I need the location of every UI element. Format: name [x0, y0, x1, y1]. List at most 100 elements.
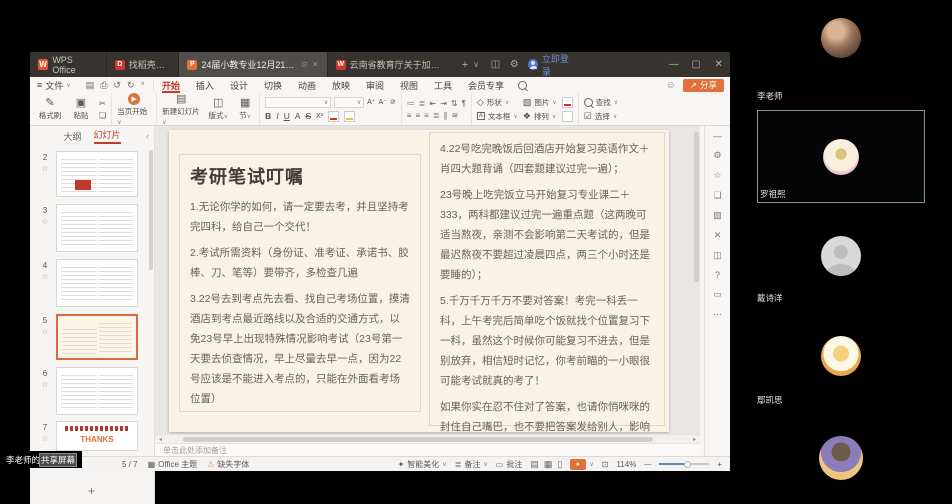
login-button[interactable]: 立即登录 — [528, 52, 576, 78]
ribbon-tab-transition[interactable]: 切换 — [256, 77, 290, 93]
vertical-scrollbar[interactable] — [694, 132, 699, 282]
text-direction-icon[interactable]: ≋ — [452, 111, 459, 120]
new-tab-button[interactable]: + ∨ — [455, 52, 486, 77]
slide-right-textbox[interactable]: 4.22号吃完晚饭后回酒店开始复习英语作文＋肖四大题背诵（四套题建议过完一遍）；… — [429, 132, 665, 426]
bold-button[interactable]: B — [265, 111, 271, 121]
rail-reading-icon[interactable]: ◫ — [713, 250, 722, 261]
textbox-button[interactable]: A 文本框∨ — [477, 111, 518, 122]
participant-tile[interactable] — [755, 412, 927, 491]
ribbon-tab-tools[interactable]: 工具 — [426, 77, 460, 93]
slide-left-textbox[interactable]: 考研笔试叮嘱 1.无论你学的如何，请一定要去考，并且坚持考完四科，给自己一个交代… — [179, 154, 421, 412]
outdent-icon[interactable]: ⇤ — [430, 99, 437, 108]
new-slide-button[interactable]: ▤ 新建幻灯片∨ — [162, 93, 200, 126]
star-icon[interactable]: ☆ — [41, 380, 48, 389]
zoom-slider[interactable] — [659, 463, 709, 465]
missing-font-warning[interactable]: ⚠ 缺失字体 — [207, 459, 249, 470]
font-increase-icon[interactable]: A⁺ — [367, 98, 375, 106]
star-icon[interactable]: ☆ — [41, 434, 48, 443]
scroll-right-icon[interactable]: ▸ — [693, 436, 696, 443]
feedback-smiley-icon[interactable]: ☺ — [666, 80, 676, 91]
fit-screen-icon[interactable]: ⊡ — [602, 460, 609, 469]
arrange-button[interactable]: ❖ 排列∨ — [523, 111, 557, 122]
line-spacing-icon[interactable]: ⇅ — [451, 99, 458, 108]
star-icon[interactable]: ☆ — [41, 217, 48, 226]
copy-icon[interactable]: ❏ — [99, 111, 106, 120]
outline-color-swatch[interactable] — [562, 111, 573, 122]
close-button[interactable]: ✕ — [708, 52, 731, 77]
ribbon-tab-home[interactable]: 开始 — [154, 77, 188, 93]
rail-layers-icon[interactable]: ❏ — [713, 190, 721, 201]
zoom-out-icon[interactable]: — — [644, 461, 651, 468]
rail-help-icon[interactable]: ? — [715, 270, 720, 280]
tab-slides[interactable]: 幻灯片 — [94, 128, 121, 144]
participant-tile[interactable]: 鄢凯思 — [755, 308, 927, 406]
ribbon-tab-view[interactable]: 视图 — [392, 77, 426, 93]
rail-comment-icon[interactable]: ▭ — [713, 289, 722, 300]
italic-button[interactable]: I — [276, 111, 278, 121]
star-icon[interactable]: ☆ — [41, 164, 48, 173]
split-view-icon[interactable]: ◫ — [486, 59, 505, 70]
view-normal-icon[interactable]: ▤ — [530, 459, 539, 470]
participant-tile[interactable]: 戴诗洋 — [755, 208, 927, 304]
redo-icon[interactable]: ↻ — [127, 80, 135, 91]
bullets-icon[interactable]: ≔ — [407, 99, 415, 108]
smart-beautify-button[interactable]: ✦ 智能美化 ∨ — [398, 459, 447, 470]
rail-more-icon[interactable]: ⋯ — [713, 309, 722, 320]
slideshow-button[interactable]: ▸ ∨ — [570, 459, 593, 470]
rail-crop-icon[interactable]: ✕ — [714, 230, 722, 241]
justify-icon[interactable]: ≣ — [433, 111, 440, 120]
clear-format-icon[interactable]: ⊘ — [390, 98, 396, 106]
font-name-select[interactable]: ∨ — [265, 97, 331, 108]
align-center-icon[interactable]: ≡ — [415, 111, 420, 120]
hscroll-thumb[interactable] — [183, 437, 653, 442]
zoom-level[interactable]: 114% — [616, 460, 636, 469]
add-slide-button[interactable]: + — [88, 484, 95, 498]
speaker-notes-button[interactable]: ≣ 备注 ∨ — [455, 459, 488, 470]
ribbon-tab-animation[interactable]: 动画 — [290, 77, 324, 93]
scroll-left-icon[interactable]: ◂ — [159, 436, 162, 443]
indent-icon[interactable]: ⇥ — [440, 99, 447, 108]
align-left-icon[interactable]: ≡ — [407, 111, 412, 120]
play-from-current-button[interactable]: ▶ 当页开始∨ — [117, 93, 151, 126]
underline-button[interactable]: U — [284, 111, 290, 121]
star-icon[interactable]: ☆ — [41, 272, 48, 281]
font-decrease-icon[interactable]: A⁻ — [379, 98, 387, 106]
maximize-button[interactable]: ▢ — [685, 52, 708, 77]
tab-outline[interactable]: 大纲 — [63, 130, 81, 143]
rail-image-icon[interactable]: ▧ — [713, 210, 722, 221]
layout-button[interactable]: ◫ 版式∨ — [205, 97, 231, 121]
align-right-icon[interactable]: ≡ — [424, 111, 429, 120]
slide-thumbnail-6[interactable] — [56, 367, 138, 415]
ribbon-tab-review[interactable]: 审阅 — [358, 77, 392, 93]
tab-close-icon[interactable]: ✕ — [312, 60, 319, 69]
select-button[interactable]: ☑ 选择∨ — [584, 111, 618, 122]
slide-thumbnail-7[interactable]: THANKS — [56, 421, 138, 451]
rail-star-icon[interactable]: ☆ — [713, 170, 721, 181]
slide-thumbnail-5-selected[interactable] — [56, 314, 138, 360]
theme-indicator[interactable]: ▦ Office 主题 — [148, 459, 198, 470]
zoom-slider-knob[interactable] — [684, 461, 691, 468]
doc-tab-active[interactable]: P 24届小教专业12月21日考研班 ⊙ ✕ — [178, 52, 326, 77]
view-sorter-icon[interactable]: ▦ — [544, 459, 553, 470]
panel-scrollbar[interactable] — [149, 150, 153, 270]
settings-gear-icon[interactable]: ⚙ — [505, 59, 524, 70]
collapse-panel-icon[interactable]: ‹ — [146, 131, 149, 141]
search-icon[interactable] — [518, 81, 527, 90]
pin-icon[interactable]: ⊙ — [301, 60, 308, 69]
save-icon[interactable]: ▤ — [86, 80, 95, 91]
section-button[interactable]: ▦ 节∨ — [236, 97, 254, 121]
view-reading-icon[interactable]: ▯ — [557, 459, 562, 470]
comments-button[interactable]: ▭ 批注 — [496, 459, 523, 470]
format-painter-button[interactable]: ✎ 格式刷 — [37, 97, 63, 121]
numbering-icon[interactable]: ≣ — [419, 99, 426, 108]
notes-placeholder[interactable]: 单击此处添加备注 — [155, 443, 700, 456]
shadow-button[interactable]: A — [295, 111, 301, 121]
ribbon-tab-design[interactable]: 设计 — [222, 77, 256, 93]
wps-brand[interactable]: W WPS Office — [30, 52, 106, 77]
shapes-button[interactable]: ◇ 形状∨ — [477, 97, 518, 108]
tab-list-icon[interactable]: ∨ — [473, 60, 479, 69]
fill-color-swatch[interactable] — [562, 97, 573, 108]
ribbon-tab-insert[interactable]: 插入 — [188, 77, 222, 93]
cut-icon[interactable]: ✂ — [99, 99, 106, 108]
ribbon-tab-member[interactable]: 会员专享 — [460, 77, 512, 93]
